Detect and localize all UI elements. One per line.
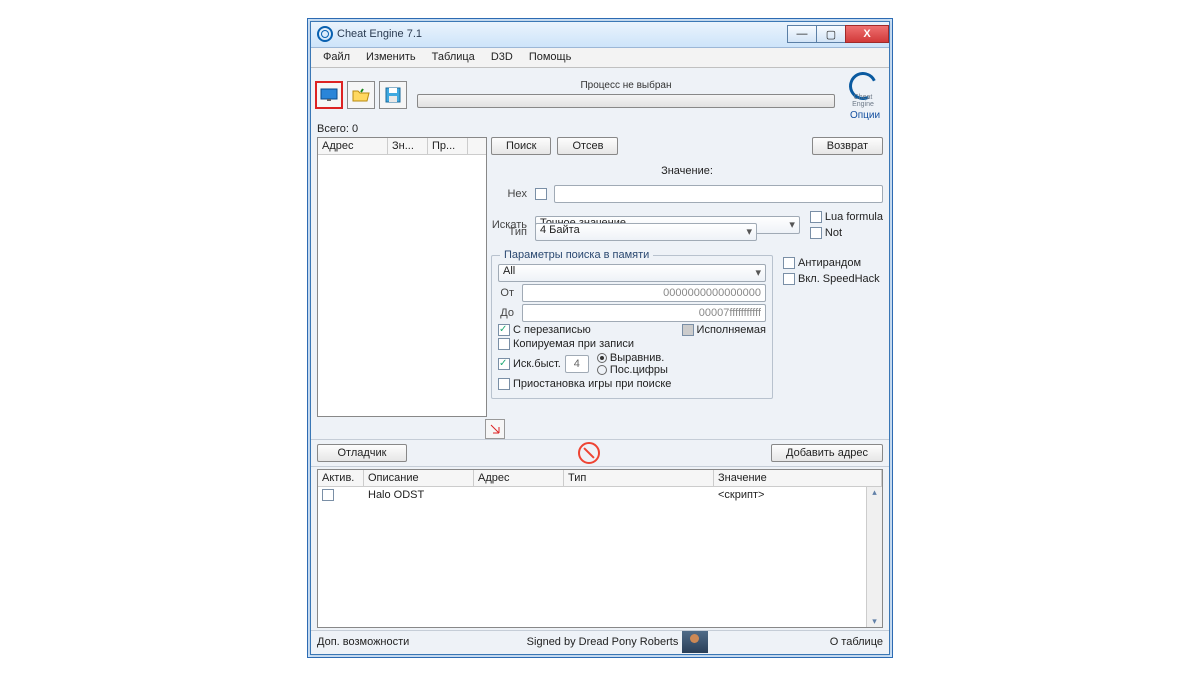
table-row[interactable]: Halo ODST <скрипт> [318, 487, 866, 503]
valuetype-label: Тип [491, 226, 531, 238]
maximize-button[interactable]: ▢ [816, 25, 846, 43]
undo-scan-button[interactable]: Возврат [812, 137, 883, 155]
menubar: Файл Изменить Таблица D3D Помощь [311, 48, 889, 68]
minimize-icon: — [797, 28, 808, 40]
menu-help[interactable]: Помощь [521, 49, 580, 65]
range-from[interactable] [522, 284, 766, 302]
hex-checkbox[interactable] [535, 188, 547, 200]
statusbar: Доп. возможности Signed by Dread Pony Ro… [311, 630, 889, 654]
executable-checkbox[interactable]: Исполняемая [682, 324, 766, 336]
close-button[interactable]: X [845, 25, 889, 43]
monitor-icon [320, 88, 338, 102]
next-scan-button[interactable]: Отсев [557, 137, 618, 155]
debugger-button[interactable]: Отладчик [317, 444, 407, 462]
menu-edit[interactable]: Изменить [358, 49, 424, 65]
scan-progress [417, 94, 835, 108]
ce-logo[interactable]: Cheat Engine [845, 72, 881, 108]
row-active-checkbox[interactable] [322, 489, 334, 501]
app-icon [317, 26, 333, 42]
value-label: Значение: [661, 165, 713, 177]
value-input[interactable] [554, 185, 883, 203]
foundlist[interactable]: Адрес Зн... Пр... [317, 137, 487, 417]
to-label: До [498, 307, 518, 319]
save-button[interactable] [379, 81, 407, 109]
valuetype-select[interactable]: 4 Байта [535, 223, 757, 241]
menu-table[interactable]: Таблица [424, 49, 483, 65]
open-file-button[interactable] [347, 81, 375, 109]
process-label: Процесс не выбран [411, 80, 841, 91]
antirandom-checkbox[interactable]: Антирандом [783, 257, 883, 269]
first-scan-button[interactable]: Поиск [491, 137, 551, 155]
app-window: Cheat Engine 7.1 — ▢ X Файл Изменить Таб… [310, 21, 890, 655]
foundlist-hdr-address[interactable]: Адрес [318, 138, 388, 154]
add-address-button[interactable]: Добавить адрес [771, 444, 883, 462]
expand-button[interactable] [485, 419, 505, 439]
lua-formula-option[interactable]: Lua formula [810, 211, 883, 223]
folder-open-icon [352, 88, 370, 102]
fastscan-value[interactable] [565, 355, 589, 373]
extra-features-link[interactable]: Доп. возможности [317, 636, 409, 648]
th-type[interactable]: Тип [564, 470, 714, 486]
author-avatar [682, 631, 708, 653]
row-value[interactable]: <скрипт> [718, 489, 862, 501]
total-value: 0 [352, 123, 358, 135]
total-label: Всего: [317, 123, 349, 135]
signed-by: Signed by Dread Pony Roberts [527, 636, 679, 648]
copyonwrite-checkbox[interactable]: Копируемая при записи [498, 338, 634, 350]
close-icon: X [863, 28, 870, 40]
open-process-button[interactable] [315, 81, 343, 109]
memory-scan-options: Параметры поиска в памяти All От До С пе… [491, 255, 773, 399]
scroll-up-icon[interactable]: ▴ [867, 487, 882, 498]
cheat-table[interactable]: Актив. Описание Адрес Тип Значение Halo … [317, 469, 883, 628]
row-type[interactable] [568, 489, 718, 501]
from-label: От [498, 287, 518, 299]
options-link[interactable]: Опции [845, 110, 885, 121]
menu-d3d[interactable]: D3D [483, 49, 521, 65]
floppy-icon [385, 87, 401, 103]
hex-label: Hex [491, 188, 531, 200]
speedhack-checkbox[interactable]: Вкл. SpeedHack [783, 273, 883, 285]
fastscan-checkbox[interactable]: Иск.быст. [498, 358, 561, 370]
row-description[interactable]: Halo ODST [368, 489, 478, 501]
scroll-down-icon[interactable]: ▾ [867, 616, 882, 627]
th-value[interactable]: Значение [714, 470, 882, 486]
pause-game-checkbox[interactable]: Приостановка игры при поиске [498, 378, 671, 390]
arrow-down-right-icon [489, 423, 501, 435]
foundlist-hdr-prev[interactable]: Пр... [428, 138, 468, 154]
foundlist-hdr-value[interactable]: Зн... [388, 138, 428, 154]
writable-checkbox[interactable]: С перезаписью [498, 324, 591, 336]
no-entry-icon [578, 442, 600, 464]
memory-region-select[interactable]: All [498, 264, 766, 282]
th-description[interactable]: Описание [364, 470, 474, 486]
th-active[interactable]: Актив. [318, 470, 364, 486]
titlebar[interactable]: Cheat Engine 7.1 — ▢ X [311, 22, 889, 48]
lastdigits-radio[interactable]: Пос.цифры [597, 364, 668, 376]
alignment-radio[interactable]: Выравнив. [597, 352, 668, 364]
minimize-button[interactable]: — [787, 25, 817, 43]
th-address[interactable]: Адрес [474, 470, 564, 486]
table-scrollbar[interactable]: ▴ ▾ [866, 487, 882, 627]
window-title: Cheat Engine 7.1 [337, 28, 422, 40]
memopts-legend: Параметры поиска в памяти [500, 249, 653, 261]
maximize-icon: ▢ [826, 28, 836, 41]
range-to[interactable] [522, 304, 766, 322]
about-table-link[interactable]: О таблице [830, 636, 883, 648]
row-address[interactable] [478, 489, 568, 501]
menu-file[interactable]: Файл [315, 49, 358, 65]
